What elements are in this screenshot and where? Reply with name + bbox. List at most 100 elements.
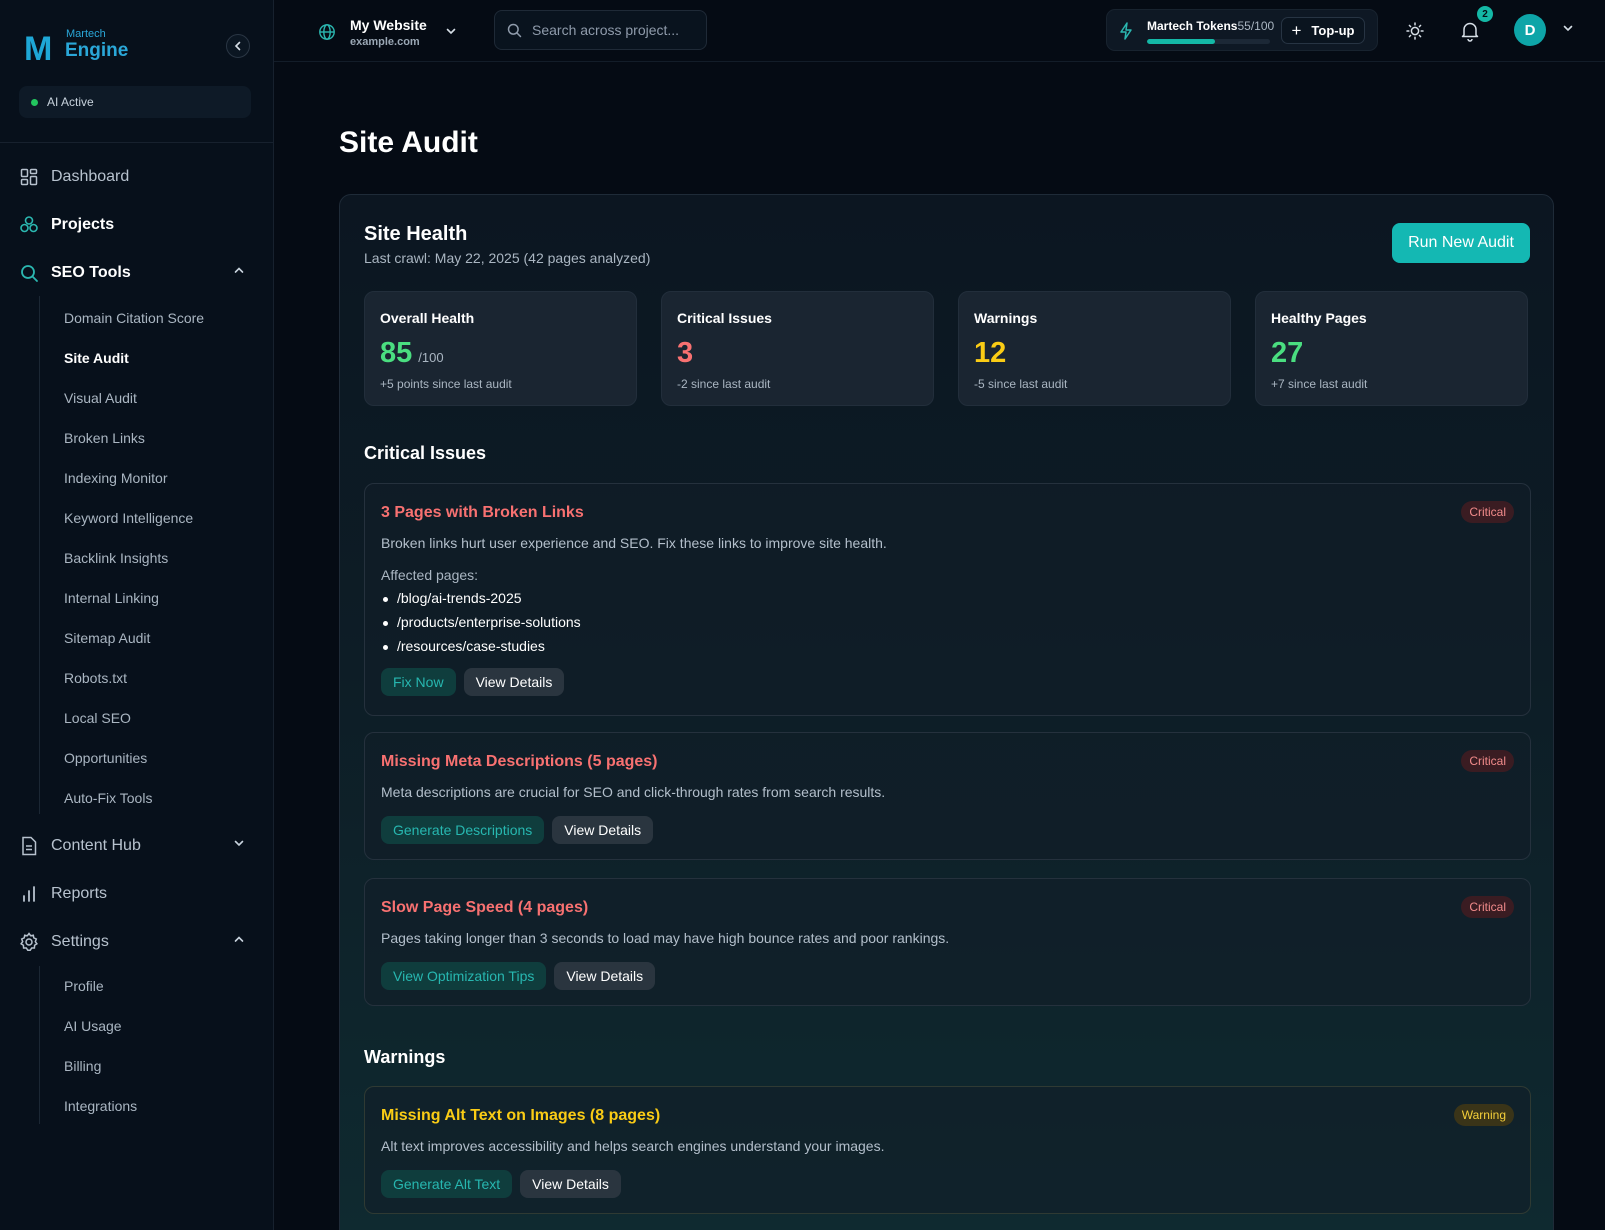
sidebar-sub-opportunities[interactable]: Opportunities [64, 750, 147, 766]
notifications-button[interactable] [1460, 20, 1480, 42]
stat-card-overall-health: Overall Health 85/100 +5 points since la… [364, 291, 637, 406]
stat-card-healthy-pages: Healthy Pages 27 +7 since last audit [1255, 291, 1528, 406]
affected-pages-label: Affected pages: [381, 567, 479, 583]
token-usage-widget: Martech Tokens55/100 + Top-up [1106, 9, 1378, 51]
collapse-sidebar-button[interactable] [226, 34, 250, 58]
gear-icon [19, 932, 39, 952]
grid-icon [19, 167, 39, 187]
issue-description: Alt text improves accessibility and help… [381, 1138, 885, 1154]
sidebar-item-seo-tools[interactable]: SEO Tools [19, 258, 251, 288]
sidebar-item-label: Reports [51, 885, 108, 902]
sidebar-sub-keyword-intelligence[interactable]: Keyword Intelligence [64, 510, 193, 526]
sidebar-sub-sitemap-audit[interactable]: Sitemap Audit [64, 630, 150, 646]
sidebar-sub-broken-links[interactable]: Broken Links [64, 430, 145, 446]
site-switcher[interactable]: My Website example.com [318, 14, 457, 50]
status-badge: Critical [1461, 896, 1514, 918]
stat-value: 3 [677, 337, 694, 369]
generate-descriptions-button[interactable]: Generate Descriptions [381, 816, 545, 844]
notification-count-badge: 2 [1477, 6, 1493, 22]
sidebar-divider [0, 142, 274, 143]
avatar[interactable]: D [1514, 14, 1546, 46]
stat-delta: -5 since last audit [974, 377, 1068, 391]
top-up-label: Top-up [1311, 23, 1355, 38]
sidebar-sub-internal-linking[interactable]: Internal Linking [64, 590, 159, 606]
stat-card-critical-issues: Critical Issues 3 -2 since last audit [661, 291, 934, 406]
sidebar-item-dashboard[interactable]: Dashboard [19, 162, 251, 192]
logo-text-small: Martech [66, 28, 106, 40]
stat-delta: -2 since last audit [677, 377, 771, 391]
fix-now-button[interactable]: Fix Now [381, 668, 456, 696]
issue-actions: Generate Descriptions View Details [381, 816, 654, 844]
sidebar-sub-visual-audit[interactable]: Visual Audit [64, 390, 137, 406]
sidebar-sub-billing[interactable]: Billing [64, 1058, 101, 1074]
stat-label: Warnings [974, 310, 1038, 326]
generate-alt-text-button[interactable]: Generate Alt Text [381, 1170, 513, 1198]
page-title: Site Audit [339, 126, 478, 159]
sidebar-item-projects[interactable]: Projects [19, 210, 251, 240]
stat-card-warnings: Warnings 12 -5 since last audit [958, 291, 1231, 406]
sidebar: M Martech Engine AI Active Dashboard Pro… [0, 0, 274, 1230]
sidebar-sub-indexing-monitor[interactable]: Indexing Monitor [64, 470, 168, 486]
sidebar-item-content-hub[interactable]: Content Hub [19, 831, 251, 861]
lightning-icon [1119, 22, 1133, 45]
view-details-button[interactable]: View Details [554, 962, 656, 990]
stat-label: Critical Issues [677, 310, 772, 326]
sidebar-sub-auto-fix-tools[interactable]: Auto-Fix Tools [64, 790, 152, 806]
run-new-audit-button[interactable]: Run New Audit [1392, 223, 1530, 263]
stat-suffix: /100 [418, 350, 444, 365]
list-item[interactable]: /blog/ai-trends-2025 [381, 590, 581, 614]
critical-issues-heading: Critical Issues [364, 443, 487, 463]
sidebar-sub-integrations[interactable]: Integrations [64, 1098, 137, 1114]
bar-chart-icon [19, 884, 39, 904]
sidebar-item-label: SEO Tools [51, 264, 131, 281]
issue-card-slow-page-speed: Slow Page Speed (4 pages) Critical Pages… [364, 878, 1531, 1006]
status-badge: Warning [1453, 1104, 1514, 1126]
sidebar-sub-profile[interactable]: Profile [64, 978, 104, 994]
view-optimization-tips-button[interactable]: View Optimization Tips [381, 962, 547, 990]
sidebar-sub-domain-citation-score[interactable]: Domain Citation Score [64, 310, 204, 326]
logo-text-big: Engine [65, 40, 129, 61]
search-placeholder: Search across project... [532, 22, 680, 38]
issue-card-missing-meta: Missing Meta Descriptions (5 pages) Crit… [364, 732, 1531, 860]
view-details-button[interactable]: View Details [552, 816, 654, 844]
sidebar-sub-ai-usage[interactable]: AI Usage [64, 1018, 122, 1034]
token-progress-bar [1147, 39, 1270, 44]
sidebar-sub-site-audit[interactable]: Site Audit [64, 350, 129, 366]
search-icon [19, 263, 39, 283]
stat-delta: +5 points since last audit [380, 377, 512, 391]
stat-value: 27 [1271, 337, 1304, 369]
sidebar-sub-robots-txt[interactable]: Robots.txt [64, 670, 127, 686]
bell-icon [1461, 22, 1479, 42]
theme-toggle-button[interactable] [1404, 20, 1426, 42]
status-badge: Critical [1461, 501, 1514, 523]
token-progress-fill [1147, 39, 1215, 44]
stat-label: Overall Health [380, 310, 475, 326]
view-details-button[interactable]: View Details [520, 1170, 621, 1198]
chevron-down-icon[interactable] [1562, 22, 1574, 37]
top-up-button[interactable]: + Top-up [1281, 17, 1365, 44]
sidebar-item-label: Content Hub [51, 837, 141, 854]
submenu-guide-line [39, 296, 40, 814]
list-item[interactable]: /resources/case-studies [381, 638, 581, 662]
sidebar-item-reports[interactable]: Reports [19, 879, 251, 909]
issue-title[interactable]: 3 Pages with Broken Links [381, 504, 584, 522]
sidebar-sub-local-seo[interactable]: Local SEO [64, 710, 131, 726]
list-item[interactable]: /products/enterprise-solutions [381, 614, 581, 638]
status-badge: Critical [1461, 750, 1514, 772]
logo[interactable]: M Martech Engine [24, 26, 128, 68]
issue-actions: View Optimization Tips View Details [381, 962, 656, 990]
search-icon [507, 23, 522, 37]
stat-label: Healthy Pages [1271, 310, 1367, 326]
affected-pages-list: /blog/ai-trends-2025 /products/enterpris… [381, 590, 581, 662]
issue-title[interactable]: Slow Page Speed (4 pages) [381, 899, 588, 917]
sidebar-item-settings[interactable]: Settings [19, 927, 251, 957]
issue-actions: Fix Now View Details [381, 668, 565, 696]
search-input[interactable]: Search across project... [494, 10, 707, 50]
issue-title[interactable]: Missing Meta Descriptions (5 pages) [381, 753, 658, 771]
site-name: My Website [350, 16, 427, 33]
submenu-guide-line [39, 966, 40, 1124]
view-details-button[interactable]: View Details [463, 668, 565, 696]
issue-card-broken-links: 3 Pages with Broken Links Critical Broke… [364, 483, 1531, 716]
sidebar-sub-backlink-insights[interactable]: Backlink Insights [64, 550, 168, 566]
issue-title[interactable]: Missing Alt Text on Images (8 pages) [381, 1107, 660, 1125]
